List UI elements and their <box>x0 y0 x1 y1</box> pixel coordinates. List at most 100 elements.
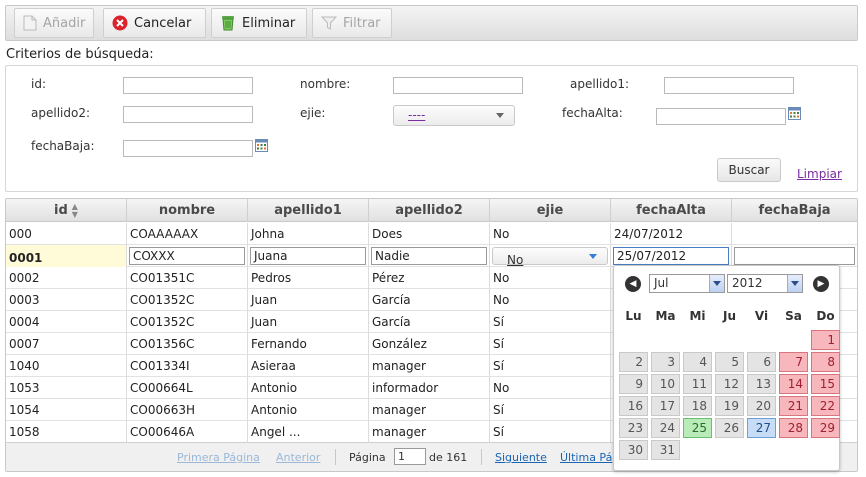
edit-nombre-input[interactable]: COXXX <box>129 247 245 265</box>
calendar-day[interactable]: 13 <box>747 374 776 394</box>
calendar-day[interactable]: 25 <box>683 418 712 438</box>
clear-link[interactable]: Limpiar <box>797 167 842 181</box>
cell-nombre[interactable]: COAAAAAX <box>127 223 248 245</box>
cell-apellido1[interactable]: Antonio <box>248 377 369 399</box>
cell-nombre[interactable]: CO00663H <box>127 399 248 421</box>
cell-nombre[interactable]: CO01352C <box>127 289 248 311</box>
cancel-button[interactable]: Cancelar <box>103 8 206 38</box>
delete-button[interactable]: Eliminar <box>211 8 307 38</box>
calendar-day[interactable]: 14 <box>779 374 808 394</box>
cell-id[interactable]: 0002 <box>6 267 127 289</box>
cell-apellido1[interactable]: Asieraa <box>248 355 369 377</box>
cell-id[interactable]: 0003 <box>6 289 127 311</box>
cell-apellido2[interactable]: manager <box>369 355 490 377</box>
fechabaja-field[interactable] <box>123 140 253 157</box>
page-number-input[interactable]: 1 <box>394 448 426 465</box>
col-header-fechaalta[interactable]: fechaAlta <box>611 199 732 222</box>
cell-nombre[interactable]: CO00646A <box>127 421 248 443</box>
cell-apellido2[interactable]: informador <box>369 377 490 399</box>
cell-apellido1[interactable]: Antonio <box>248 399 369 421</box>
cell-ejie[interactable]: No <box>490 223 611 245</box>
cell-apellido2[interactable]: García <box>369 311 490 333</box>
cell-ejie[interactable]: Sí <box>490 421 611 443</box>
filter-button[interactable]: Filtrar <box>312 8 392 38</box>
cell-apellido1[interactable]: Pedros <box>248 267 369 289</box>
calendar-day[interactable]: 5 <box>715 352 744 372</box>
cell-ejie[interactable]: No <box>490 377 611 399</box>
calendar-day[interactable]: 24 <box>651 418 680 438</box>
calendar-day[interactable]: 3 <box>651 352 680 372</box>
cell-ejie[interactable]: Sí <box>490 399 611 421</box>
edit-apellido2-input[interactable]: Nadie <box>371 247 487 265</box>
cell-ejie[interactable]: Sí <box>490 333 611 355</box>
cell-fechabaja[interactable] <box>732 223 857 245</box>
cell-id[interactable]: 0001 <box>6 245 127 267</box>
first-page-link[interactable]: Primera Página <box>177 451 260 464</box>
edit-fechabaja-input[interactable] <box>734 247 855 265</box>
last-page-link[interactable]: Última Pá <box>560 451 612 464</box>
cell-nombre[interactable]: CO00664L <box>127 377 248 399</box>
cell-apellido1[interactable]: Fernando <box>248 333 369 355</box>
calendar-day[interactable]: 18 <box>683 396 712 416</box>
calendar-day[interactable]: 26 <box>715 418 744 438</box>
cell-ejie[interactable]: Sí <box>490 311 611 333</box>
cell-id[interactable]: 000 <box>6 223 127 245</box>
edit-fechaalta-input[interactable]: 25/07/2012 <box>613 247 729 265</box>
cell-ejie[interactable]: No <box>490 267 611 289</box>
prev-month-icon[interactable]: ◀ <box>625 276 641 292</box>
ejie-edit-select[interactable]: No <box>492 247 608 267</box>
cell-fechaalta[interactable]: 24/07/2012 <box>611 223 732 245</box>
next-page-link[interactable]: Siguiente <box>495 451 547 464</box>
calendar-day[interactable]: 17 <box>651 396 680 416</box>
calendar-day[interactable]: 31 <box>651 440 680 460</box>
cell-apellido2[interactable]: manager <box>369 399 490 421</box>
calendar-day[interactable]: 12 <box>715 374 744 394</box>
nombre-field[interactable] <box>393 77 523 94</box>
col-header-apellido1[interactable]: apellido1 <box>248 199 369 222</box>
calendar-day[interactable]: 10 <box>651 374 680 394</box>
cell-id[interactable]: 1054 <box>6 399 127 421</box>
cell-apellido2[interactable]: manager <box>369 421 490 443</box>
id-field[interactable] <box>123 77 253 94</box>
year-select[interactable]: 2012 <box>727 274 803 293</box>
cell-apellido1[interactable]: Johna <box>248 223 369 245</box>
month-select[interactable]: Jul <box>649 274 725 293</box>
calendar-day[interactable]: 20 <box>747 396 776 416</box>
add-button[interactable]: Añadir <box>14 8 94 38</box>
cell-nombre[interactable]: CO01356C <box>127 333 248 355</box>
ejie-select[interactable]: ---- <box>393 105 515 126</box>
cell-nombre[interactable]: CO01351C <box>127 267 248 289</box>
calendar-day[interactable]: 11 <box>683 374 712 394</box>
calendar-day[interactable]: 19 <box>715 396 744 416</box>
col-header-ejie[interactable]: ejie <box>490 199 611 222</box>
col-header-apellido2[interactable]: apellido2 <box>369 199 490 222</box>
col-header-fechabaja[interactable]: fechaBaja <box>732 199 857 222</box>
calendar-day[interactable]: 8 <box>811 352 840 372</box>
calendar-day[interactable]: 15 <box>811 374 840 394</box>
apellido1-field[interactable] <box>664 77 794 94</box>
cell-apellido1[interactable]: Angel ... <box>248 421 369 443</box>
calendar-day[interactable]: 23 <box>619 418 648 438</box>
calendar-day[interactable]: 6 <box>747 352 776 372</box>
cell-apellido2[interactable]: García <box>369 289 490 311</box>
calendar-day[interactable]: 4 <box>683 352 712 372</box>
calendar-day[interactable]: 21 <box>779 396 808 416</box>
cell-apellido2[interactable]: Pérez <box>369 267 490 289</box>
calendar-icon[interactable] <box>255 139 268 152</box>
next-month-icon[interactable]: ▶ <box>813 276 829 292</box>
cell-ejie[interactable]: No <box>490 289 611 311</box>
cell-nombre[interactable]: CO01334I <box>127 355 248 377</box>
cell-id[interactable]: 1040 <box>6 355 127 377</box>
cell-apellido2[interactable]: Does <box>369 223 490 245</box>
edit-apellido1-input[interactable]: Juana <box>250 247 366 265</box>
calendar-day[interactable]: 9 <box>619 374 648 394</box>
calendar-day[interactable]: 29 <box>811 418 840 438</box>
cell-apellido1[interactable]: Juan <box>248 289 369 311</box>
cell-id[interactable]: 0004 <box>6 311 127 333</box>
col-header-nombre[interactable]: nombre <box>127 199 248 222</box>
calendar-icon[interactable] <box>788 107 801 120</box>
fechaalta-field[interactable] <box>656 108 786 125</box>
cell-id[interactable]: 1053 <box>6 377 127 399</box>
apellido2-field[interactable] <box>123 106 253 123</box>
cell-nombre[interactable]: CO01352C <box>127 311 248 333</box>
